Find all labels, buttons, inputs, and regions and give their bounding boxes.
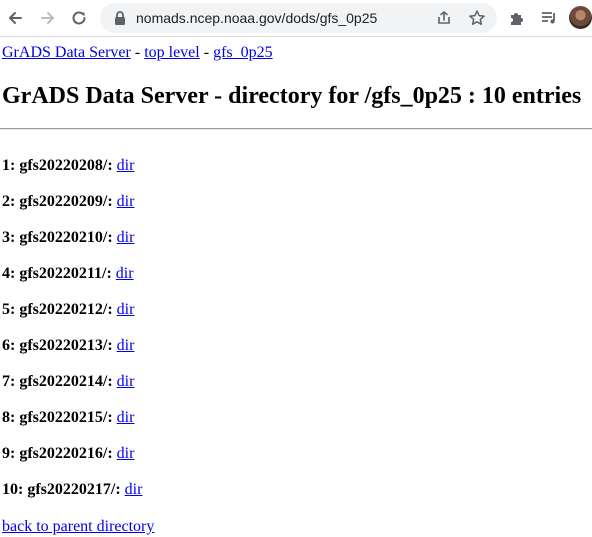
page-content: GrADS Data Server - top level - gfs_0p25… <box>0 43 592 535</box>
directory-entry: 1: gfs20220208/: dir <box>2 156 142 192</box>
media-queue-icon[interactable] <box>537 6 561 30</box>
dir-link[interactable]: dir <box>117 373 135 390</box>
forward-arrow-icon[interactable] <box>36 6 60 30</box>
entry-label: 1: gfs20220208/: <box>2 157 113 174</box>
breadcrumb-link-gfs-0p25[interactable]: gfs_0p25 <box>213 44 273 61</box>
directory-list: 1: gfs20220208/: dir 2: gfs20220209/: di… <box>2 156 142 516</box>
dir-link[interactable]: dir <box>116 265 134 282</box>
directory-entry: 10: gfs20220217/: dir <box>2 480 142 516</box>
address-bar[interactable]: nomads.ncep.noaa.gov/dods/gfs_0p25 <box>100 3 497 33</box>
breadcrumb: GrADS Data Server - top level - gfs_0p25 <box>2 43 590 63</box>
entry-label: 2: gfs20220209/: <box>2 193 113 210</box>
dir-link[interactable]: dir <box>117 409 135 426</box>
dir-link[interactable]: dir <box>117 229 135 246</box>
directory-entry: 9: gfs20220216/: dir <box>2 444 142 480</box>
entry-label: 8: gfs20220215/: <box>2 409 113 426</box>
entry-label: 4: gfs20220211/: <box>2 265 112 282</box>
entry-label: 10: gfs20220217/: <box>2 481 121 498</box>
back-arrow-icon[interactable] <box>3 6 27 30</box>
directory-entry: 5: gfs20220212/: dir <box>2 300 142 336</box>
entry-label: 6: gfs20220213/: <box>2 337 113 354</box>
directory-entry: 6: gfs20220213/: dir <box>2 336 142 372</box>
dir-link[interactable]: dir <box>117 337 135 354</box>
entry-label: 3: gfs20220210/: <box>2 229 113 246</box>
browser-toolbar: nomads.ncep.noaa.gov/dods/gfs_0p25 <box>0 0 592 37</box>
directory-entry: 8: gfs20220215/: dir <box>2 408 142 444</box>
directory-entry: 7: gfs20220214/: dir <box>2 372 142 408</box>
directory-entry: 4: gfs20220211/: dir <box>2 264 142 300</box>
profile-avatar[interactable] <box>569 6 592 29</box>
dir-link[interactable]: dir <box>117 193 135 210</box>
breadcrumb-separator: - <box>130 44 145 61</box>
entry-label: 7: gfs20220214/: <box>2 373 113 390</box>
dir-link[interactable]: dir <box>117 301 135 318</box>
divider <box>0 128 592 130</box>
breadcrumb-link-grads-server[interactable]: GrADS Data Server <box>2 44 131 61</box>
page-title: GrADS Data Server - directory for /gfs_0… <box>2 83 582 109</box>
breadcrumb-separator: - <box>199 44 214 61</box>
bookmark-star-icon[interactable] <box>467 8 487 28</box>
dir-link[interactable]: dir <box>117 445 135 462</box>
url-text: nomads.ncep.noaa.gov/dods/gfs_0p25 <box>136 10 378 26</box>
entry-label: 9: gfs20220216/: <box>2 445 113 462</box>
reload-icon[interactable] <box>67 6 91 30</box>
directory-entry: 3: gfs20220210/: dir <box>2 228 142 264</box>
entry-label: 5: gfs20220212/: <box>2 301 113 318</box>
lock-icon[interactable] <box>110 8 130 28</box>
breadcrumb-link-top-level[interactable]: top level <box>144 44 200 61</box>
dir-link[interactable]: dir <box>125 481 143 498</box>
share-icon[interactable] <box>434 8 454 28</box>
back-to-parent-link[interactable]: back to parent directory <box>2 517 154 537</box>
extensions-puzzle-icon[interactable] <box>505 6 529 30</box>
dir-link[interactable]: dir <box>117 157 135 174</box>
directory-entry: 2: gfs20220209/: dir <box>2 192 142 228</box>
